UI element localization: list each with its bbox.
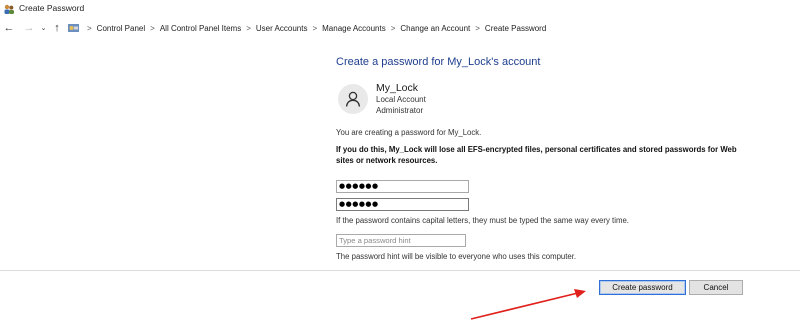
breadcrumb-separator-icon: > <box>150 23 155 33</box>
create-password-button[interactable]: Create password <box>599 280 686 295</box>
user-avatar-icon <box>338 84 368 114</box>
new-password-field[interactable]: ●●●●●● <box>336 180 469 193</box>
cancel-button[interactable]: Cancel <box>689 280 743 295</box>
user-name: My_Lock <box>376 82 419 94</box>
breadcrumb-all-control-panel-items[interactable]: All Control Panel Items <box>160 24 241 33</box>
account-type: Local Account <box>376 95 426 104</box>
forward-button[interactable]: → <box>23 21 35 35</box>
breadcrumb-separator-icon: > <box>246 23 251 33</box>
user-info: My_Lock Local Account Administrator <box>376 82 426 116</box>
account-role: Administrator <box>376 106 424 115</box>
user-card: My_Lock Local Account Administrator <box>336 82 756 116</box>
up-button[interactable]: ↑ <box>51 21 63 35</box>
main-content: Create a password for My_Lock's account … <box>336 56 756 261</box>
info-text: You are creating a password for My_Lock. <box>336 128 482 137</box>
control-panel-icon <box>67 22 80 34</box>
footer-divider <box>0 270 800 271</box>
breadcrumb-create-password[interactable]: Create Password <box>485 24 546 33</box>
efs-warning: If you do this, My_Lock will lose all EF… <box>336 145 737 165</box>
breadcrumb-separator-icon: > <box>475 23 480 33</box>
breadcrumb-control-panel[interactable]: Control Panel <box>97 24 145 33</box>
window-title: Create Password <box>19 3 85 13</box>
back-button[interactable]: ← <box>3 21 15 35</box>
breadcrumb-separator-icon: > <box>312 23 318 33</box>
breadcrumb: > Control Panel > All Control Panel Item… <box>82 24 546 33</box>
capitalization-note: If the password contains capital letters… <box>336 216 629 225</box>
breadcrumb-change-an-account[interactable]: Change an Account <box>400 24 470 33</box>
navigation-bar: ← → ⌄ ↑ > Control Panel > All Control Pa… <box>0 19 800 37</box>
password-hint-field[interactable]: Type a password hint <box>336 234 466 247</box>
page-title: Create a password for My_Lock's account <box>336 56 541 68</box>
breadcrumb-separator-icon: > <box>87 23 92 33</box>
confirm-password-field[interactable]: ●●●●●● <box>336 198 469 211</box>
breadcrumb-user-accounts[interactable]: User Accounts <box>256 24 308 33</box>
hint-visibility-note: The password hint will be visible to eve… <box>336 252 577 261</box>
users-icon <box>3 2 15 14</box>
breadcrumb-manage-accounts[interactable]: Manage Accounts <box>322 24 386 33</box>
breadcrumb-separator-icon: > <box>390 23 396 33</box>
title-bar: Create Password <box>0 0 800 16</box>
recent-locations-button[interactable]: ⌄ <box>39 21 48 35</box>
